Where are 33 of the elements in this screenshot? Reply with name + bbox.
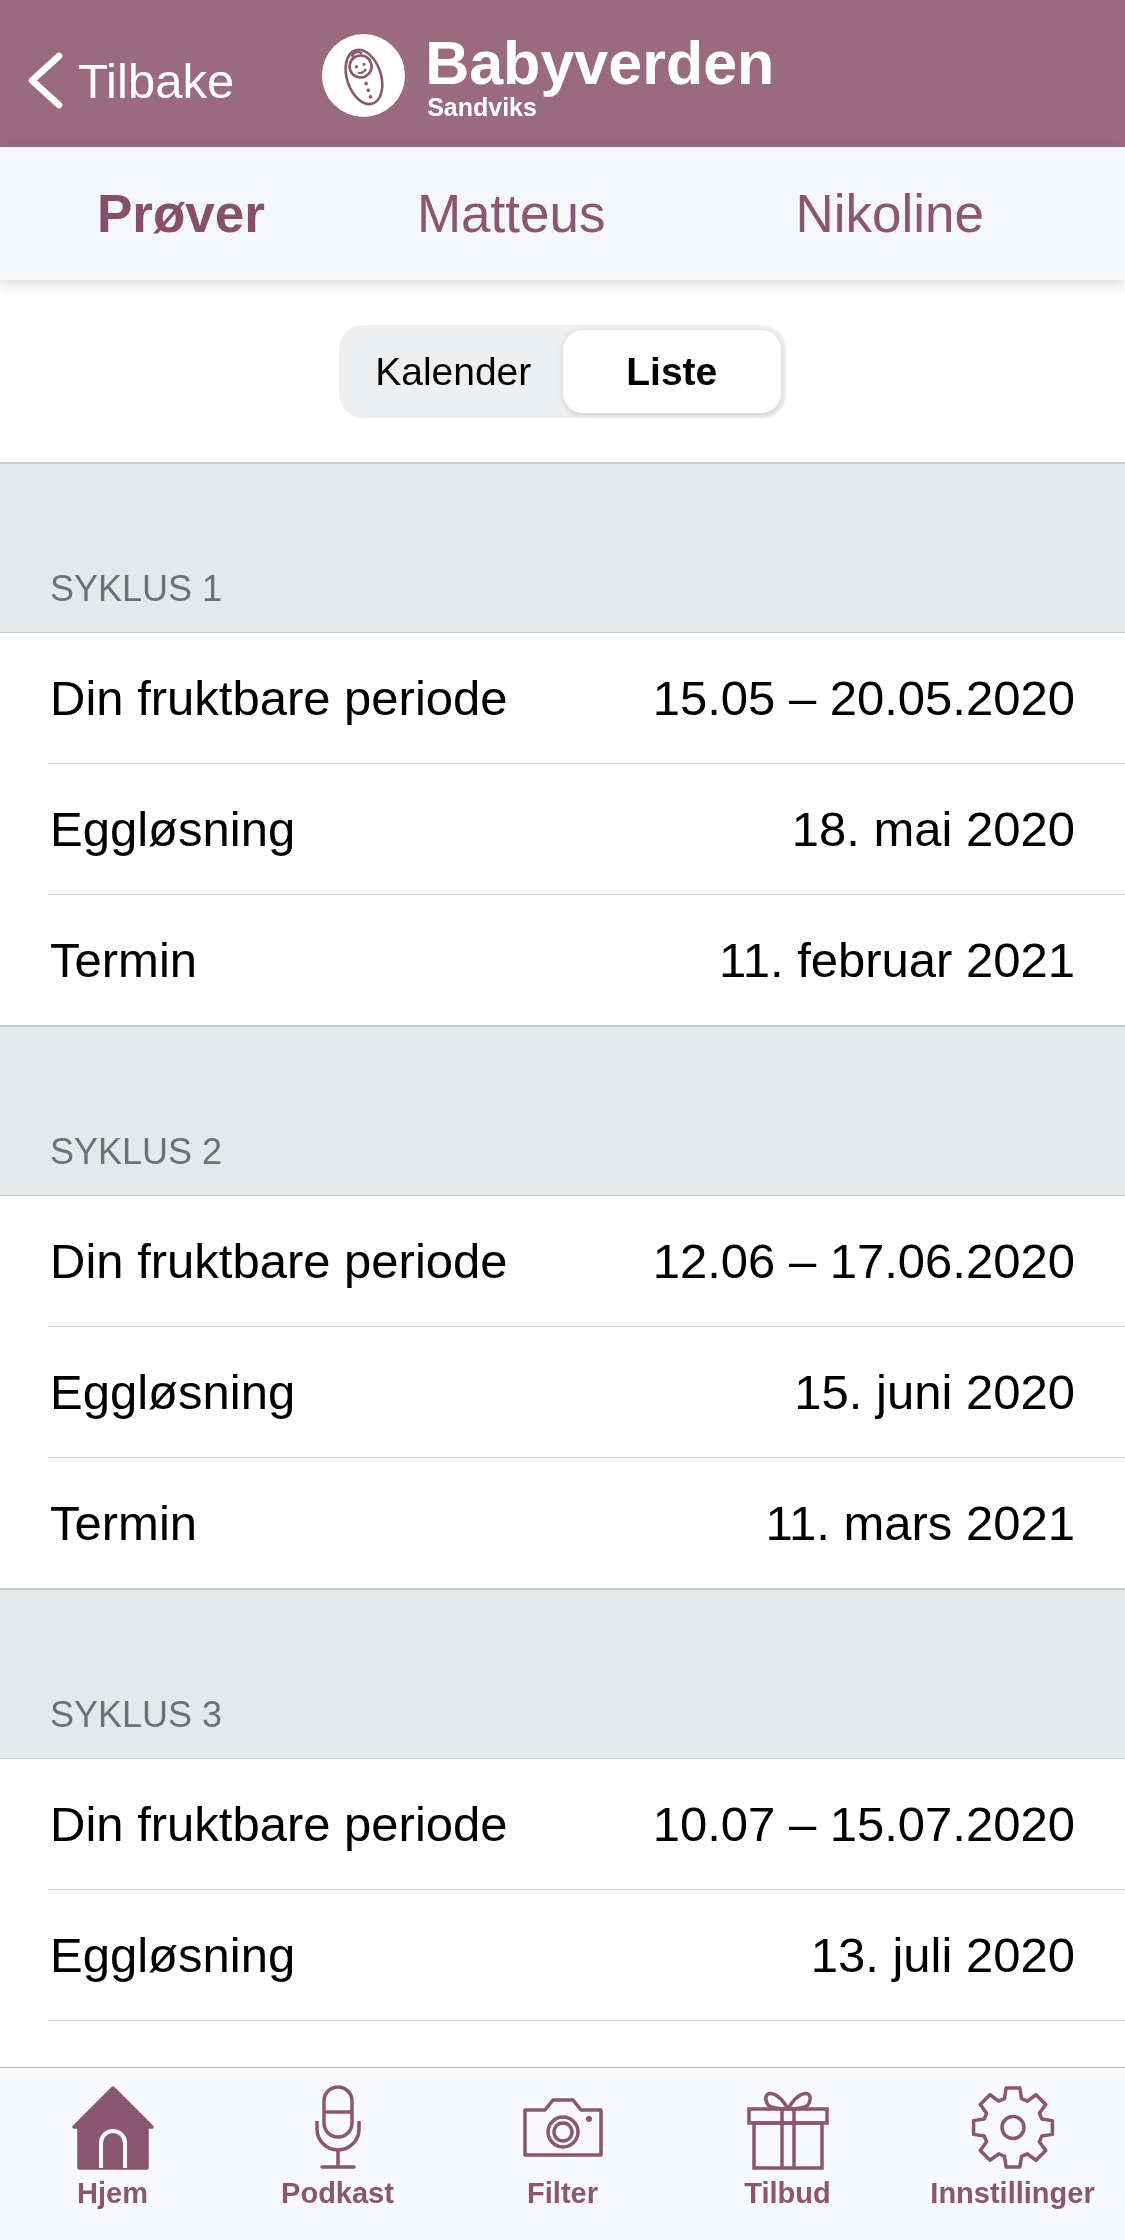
row-value: 11. mars 2021	[765, 1495, 1075, 1551]
tab-bar-item[interactable]: Podkast	[225, 2068, 450, 2240]
row-label: Eggløsning	[50, 1364, 296, 1420]
chevron-left-icon	[26, 52, 63, 109]
back-button[interactable]: Tilbake	[0, 52, 235, 109]
row-value: 10.07 – 15.07.2020	[652, 1796, 1075, 1852]
segment-option[interactable]: Liste	[562, 330, 781, 413]
tab-bar-item[interactable]: Filter	[450, 2068, 675, 2240]
row-label: Din fruktbare periode	[50, 1233, 508, 1289]
section-title: SYKLUS 3	[50, 1694, 223, 1736]
row-value: 15.05 – 20.05.2020	[652, 670, 1075, 726]
segment-option[interactable]: Kalender	[344, 330, 563, 413]
section-title: SYKLUS 2	[50, 1131, 223, 1173]
tab-bar-item[interactable]: Innstillinger	[900, 2068, 1125, 2240]
section-title: SYKLUS 1	[50, 568, 223, 610]
row-label: Din fruktbare periode	[50, 670, 508, 726]
profile-tab[interactable]: Matteus	[416, 167, 606, 260]
row-label: Termin	[50, 932, 198, 988]
row-label: Termin	[50, 1495, 198, 1551]
tab-bar-item[interactable]: Hjem	[0, 2068, 225, 2240]
profile-tab[interactable]: Prøver	[97, 167, 265, 260]
row-label: Eggløsning	[50, 1927, 296, 1983]
profile-tab[interactable]: Nikoline	[795, 167, 984, 260]
row-label: Din fruktbare periode	[50, 1796, 508, 1852]
row-value: 11. februar 2021	[719, 932, 1075, 988]
row-value: 13. juli 2020	[810, 1927, 1075, 1983]
row-value: 18. mai 2020	[791, 801, 1075, 857]
tab-bar-item[interactable]: Tilbud	[675, 2068, 900, 2240]
row-value: 12.06 – 17.06.2020	[652, 1233, 1075, 1289]
app-subtitle: Sandviks	[427, 93, 537, 120]
row-label: Eggløsning	[50, 801, 296, 857]
baby-logo-icon	[322, 34, 406, 117]
row-value: 15. juni 2020	[794, 1364, 1075, 1420]
